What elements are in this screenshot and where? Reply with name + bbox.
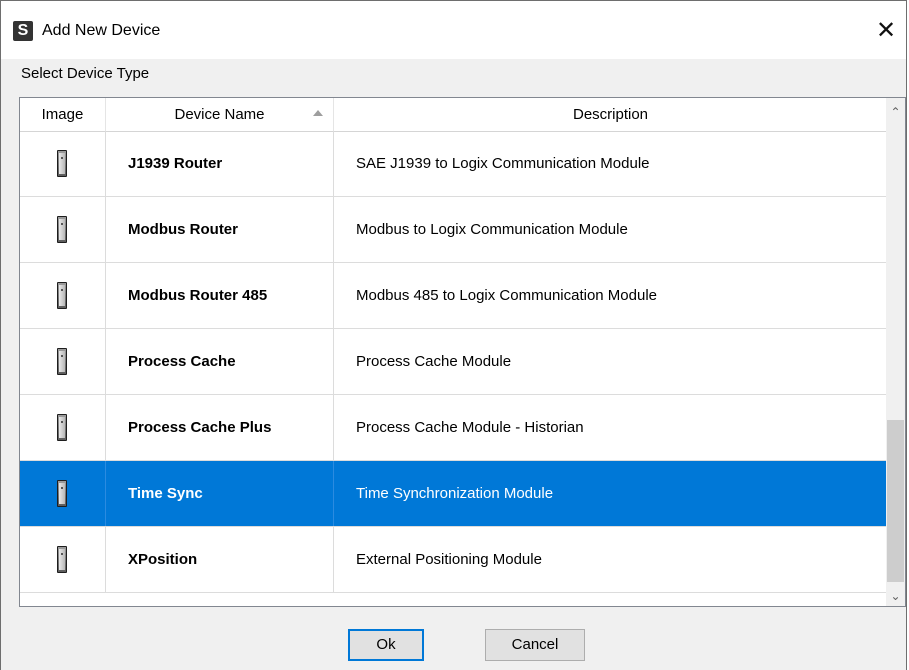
- table-header: Image Device Name Description: [20, 98, 887, 132]
- image-cell: [20, 395, 106, 460]
- table-row[interactable]: Process Cache Process Cache Module: [20, 329, 887, 395]
- column-header-device-name-label: Device Name: [174, 106, 265, 123]
- device-name-cell: Process Cache: [106, 329, 334, 394]
- device-name-cell: XPosition: [106, 527, 334, 592]
- device-module-icon: [57, 546, 67, 573]
- scrollbar-thumb[interactable]: [887, 420, 904, 582]
- description-cell: Time Synchronization Module: [356, 485, 554, 502]
- add-new-device-dialog: S Add New Device ✕ Select Device Type Im…: [0, 0, 907, 670]
- description-cell: External Positioning Module: [356, 551, 542, 568]
- title-bar: S Add New Device ✕: [1, 1, 906, 59]
- table-row[interactable]: Modbus Router Modbus to Logix Communicati…: [20, 197, 887, 263]
- device-type-list[interactable]: Image Device Name Description J1939 Rout…: [19, 97, 906, 607]
- vertical-scrollbar[interactable]: ⌃ ⌄: [886, 98, 905, 606]
- description-cell: Process Cache Module - Historian: [356, 419, 584, 436]
- device-module-icon: [57, 480, 67, 507]
- table-row[interactable]: Modbus Router 485 Modbus 485 to Logix Com…: [20, 263, 887, 329]
- description-cell: Process Cache Module: [356, 353, 512, 370]
- column-header-description[interactable]: Description: [334, 98, 887, 131]
- image-cell: [20, 461, 106, 526]
- window-title: Add New Device: [42, 22, 161, 39]
- app-logo-icon: S: [13, 21, 33, 41]
- image-cell: [20, 197, 106, 262]
- close-icon[interactable]: ✕: [866, 11, 906, 51]
- device-name-cell: Time Sync: [106, 461, 334, 526]
- image-cell: [20, 329, 106, 394]
- device-name-cell: Process Cache Plus: [106, 395, 334, 460]
- column-header-device-name[interactable]: Device Name: [106, 98, 334, 131]
- device-module-icon: [57, 150, 67, 177]
- device-module-icon: [57, 348, 67, 375]
- image-cell: [20, 527, 106, 592]
- table-row[interactable]: Time Sync Time Synchronization Module: [20, 461, 887, 527]
- description-cell: SAE J1939 to Logix Communication Module: [356, 155, 650, 172]
- table-row[interactable]: XPosition External Positioning Module: [20, 527, 887, 593]
- table-row[interactable]: J1939 Router SAE J1939 to Logix Communica…: [20, 131, 887, 197]
- table-body: J1939 Router SAE J1939 to Logix Communica…: [20, 131, 887, 593]
- image-cell: [20, 131, 106, 196]
- image-cell: [20, 263, 106, 328]
- table-row[interactable]: Process Cache Plus Process Cache Module -…: [20, 395, 887, 461]
- select-device-type-label: Select Device Type: [21, 65, 150, 82]
- device-module-icon: [57, 216, 67, 243]
- device-module-icon: [57, 414, 67, 441]
- device-name-cell: Modbus Router: [106, 197, 334, 262]
- description-cell: Modbus 485 to Logix Communication Module: [356, 287, 658, 304]
- device-name-cell: J1939 Router: [106, 131, 334, 196]
- sort-ascending-icon: [313, 110, 323, 116]
- device-module-icon: [57, 282, 67, 309]
- ok-button[interactable]: Ok: [348, 629, 424, 661]
- scroll-down-icon[interactable]: ⌄: [886, 586, 905, 606]
- description-cell: Modbus to Logix Communication Module: [356, 221, 628, 238]
- cancel-button[interactable]: Cancel: [485, 629, 585, 661]
- column-header-image[interactable]: Image: [20, 98, 106, 131]
- scroll-up-icon[interactable]: ⌃: [886, 102, 905, 122]
- device-name-cell: Modbus Router 485: [106, 263, 334, 328]
